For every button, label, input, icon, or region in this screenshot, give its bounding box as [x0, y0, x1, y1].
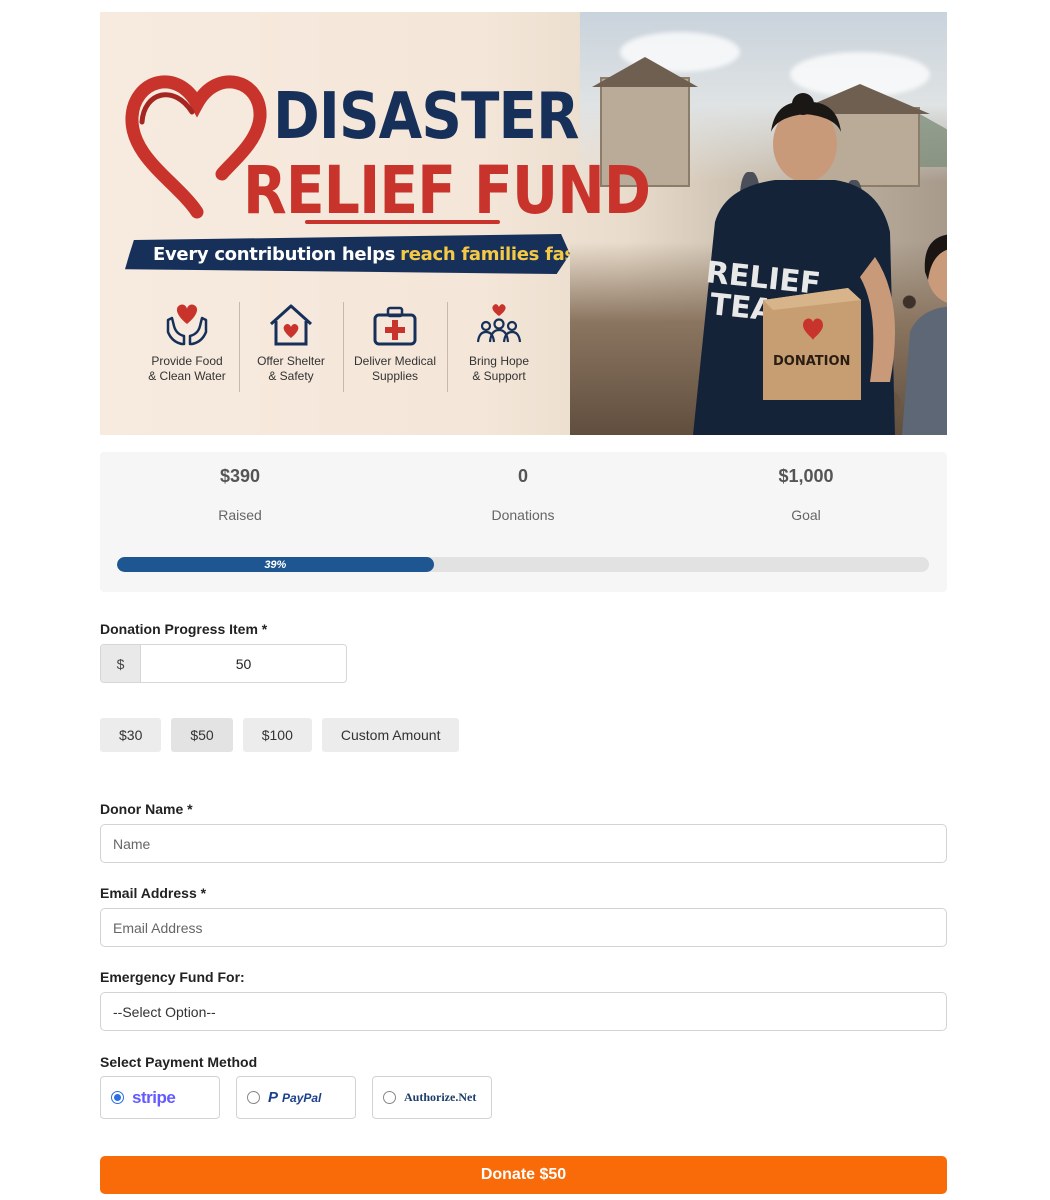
- email-label: Email Address *: [100, 885, 207, 901]
- custom-amount-button[interactable]: Custom Amount: [321, 718, 460, 752]
- stat-donations: 0 Donations: [403, 466, 643, 523]
- title-underline: [305, 220, 500, 224]
- goal-value: $1,000: [778, 466, 834, 486]
- raised-label: Raised: [218, 507, 262, 523]
- banner-title-line2: RELIEF FUND: [243, 152, 651, 229]
- tagline-main: Every contribution helps: [153, 243, 396, 265]
- fund-label: Emergency Fund For:: [100, 969, 245, 985]
- feature-label-line1: Bring Hope: [468, 354, 530, 368]
- preset-30-button[interactable]: $30: [100, 718, 162, 752]
- donation-stats-panel: $390 Raised 0 Donations $1,000 Goal 39%: [100, 452, 947, 592]
- fund-select[interactable]: --Select Option--: [100, 992, 947, 1031]
- goal-label: Goal: [791, 507, 821, 523]
- email-input[interactable]: [100, 908, 947, 947]
- payment-option-authorize-net[interactable]: Authorize.Net: [372, 1076, 492, 1119]
- amount-input[interactable]: [141, 645, 346, 682]
- house-heart-icon: [269, 304, 313, 346]
- feature-list: Provide Food & Clean Water Offer Shelter…: [135, 302, 551, 392]
- paypal-p-icon: P: [268, 1089, 279, 1106]
- payment-option-paypal[interactable]: P PayPal: [236, 1076, 356, 1119]
- donation-progress-bar: 39%: [117, 557, 929, 572]
- medical-kit-icon: [373, 306, 417, 346]
- feature-label-line2: & Safety: [268, 369, 314, 383]
- progress-percent: 39%: [264, 558, 287, 571]
- feature-label-line1: Deliver Medical: [353, 354, 437, 368]
- hero-banner: RELIEF TEAM DONATION DISASTER RELIEF FUN…: [100, 12, 947, 435]
- feature-label-line2: & Clean Water: [148, 369, 226, 383]
- amount-input-group[interactable]: $: [100, 644, 347, 683]
- amount-label: Donation Progress Item *: [100, 621, 268, 637]
- feature-hope: Bring Hope & Support: [447, 302, 551, 392]
- donation-box: DONATION: [763, 288, 861, 400]
- donor-name-input[interactable]: [100, 824, 947, 863]
- feature-medical: Deliver Medical Supplies: [343, 302, 447, 392]
- hands-heart-icon: [166, 304, 208, 346]
- donations-label: Donations: [491, 507, 555, 523]
- payment-option-stripe[interactable]: stripe: [100, 1076, 220, 1119]
- fund-select-value: --Select Option--: [113, 1003, 216, 1020]
- paypal-text: PayPal: [282, 1090, 322, 1105]
- stat-raised: $390 Raised: [120, 466, 360, 523]
- progress-fill: 39%: [117, 557, 434, 572]
- preset-50-button[interactable]: $50: [171, 718, 233, 752]
- feature-label-line2: Supplies: [371, 369, 419, 383]
- radio-paypal[interactable]: [247, 1091, 260, 1104]
- preset-amounts: $30 $50 $100 Custom Amount: [100, 718, 460, 752]
- currency-prefix: $: [101, 645, 141, 682]
- child-figure: [902, 234, 947, 435]
- people-heart-icon: [476, 304, 522, 343]
- stripe-logo: stripe: [132, 1087, 176, 1107]
- feature-label-line1: Provide Food: [151, 354, 223, 368]
- paypal-logo: P PayPal: [268, 1089, 321, 1106]
- preset-100-button[interactable]: $100: [242, 718, 312, 752]
- feature-food-water: Provide Food & Clean Water: [135, 302, 239, 384]
- donations-value: 0: [517, 466, 528, 486]
- payment-methods: stripe P PayPal Authorize.Net: [100, 1076, 492, 1119]
- donor-name-label: Donor Name *: [100, 801, 193, 817]
- banner-tagline: Every contribution helps reach families …: [125, 234, 570, 274]
- authorize-net-logo: Authorize.Net: [404, 1090, 477, 1104]
- radio-stripe[interactable]: [111, 1091, 124, 1104]
- payment-method-label: Select Payment Method: [100, 1054, 258, 1070]
- feature-label-line1: Offer Shelter: [257, 354, 325, 368]
- donation-box-label: DONATION: [773, 354, 850, 369]
- feature-label-line2: & Support: [472, 369, 526, 383]
- donate-button[interactable]: Donate $50: [100, 1156, 947, 1194]
- stat-goal: $1,000 Goal: [686, 466, 926, 523]
- radio-authorize-net[interactable]: [383, 1091, 396, 1104]
- banner-title-line1: DISASTER: [273, 80, 580, 154]
- raised-value: $390: [219, 466, 261, 486]
- feature-shelter: Offer Shelter & Safety: [239, 302, 343, 392]
